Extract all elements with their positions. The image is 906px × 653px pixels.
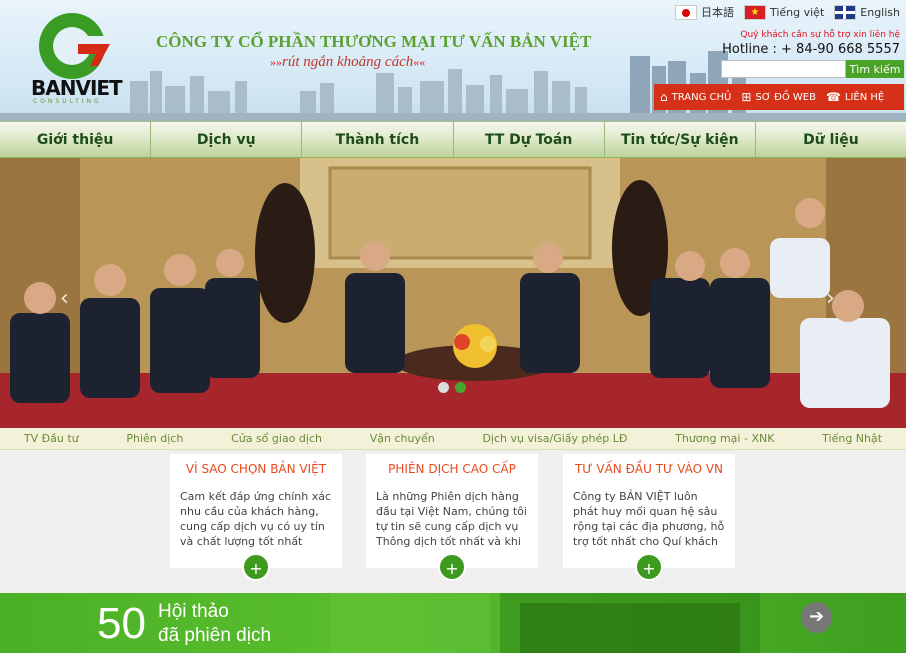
flag-vietnam-icon: ★: [743, 4, 766, 20]
hero-slider: ‹ ›: [0, 158, 906, 428]
home-icon: ⌂: [660, 90, 668, 104]
search-input[interactable]: [721, 60, 846, 78]
stats-banner: 50 Hội thảo đã phiên dịch ➔: [0, 593, 906, 653]
nav-item-services[interactable]: Dịch vụ: [151, 122, 303, 157]
card-title[interactable]: PHIÊN DỊCH CAO CẤP: [376, 462, 528, 476]
more-plus-icon[interactable]: +: [635, 553, 663, 581]
lang-vietnamese[interactable]: ★ Tiếng việt: [743, 4, 825, 20]
nav-item-achievements[interactable]: Thành tích: [302, 122, 454, 157]
feature-card-interpreting: PHIÊN DỊCH CAO CẤP Là những Phiên dịch h…: [366, 454, 538, 581]
service-link-japanese[interactable]: Tiếng Nhật: [822, 432, 882, 445]
top-links: ⌂ TRANG CHỦ ⊞ SƠ ĐỒ WEB ☎ LIÊN HỆ: [654, 84, 904, 110]
card-text: Công ty BẢN VIỆT luôn phát huy mối quan …: [573, 490, 725, 548]
lang-label: Tiếng việt: [769, 5, 825, 19]
stat-number: 50: [97, 599, 146, 648]
header: BANVIET CONSULTING CÔNG TY CỔ PHẦN THƯƠN…: [0, 0, 906, 121]
slider-dot-active[interactable]: [455, 382, 466, 393]
service-link-investment[interactable]: TV Đầu tư: [24, 432, 79, 445]
hotline: Hotline : + 84-90 668 5557: [722, 42, 900, 57]
slogan-arrows-left-icon: »»: [270, 55, 282, 69]
nav-item-estimate[interactable]: TT Dự Toán: [454, 122, 605, 157]
feature-cards: VÌ SAO CHỌN BẢN VIỆT Cam kết đáp ứng chí…: [0, 450, 906, 593]
nav-item-news[interactable]: Tin tức/Sự kiện: [605, 122, 756, 157]
phone-icon: ☎: [825, 90, 841, 104]
support-note: Quý khách cần sự hỗ trợ xin liên hệ: [740, 30, 900, 40]
sitemap-link[interactable]: ⊞ SƠ ĐỒ WEB: [741, 90, 816, 104]
contact-link[interactable]: ☎ LIÊN HỆ: [826, 90, 884, 104]
nav-item-data[interactable]: Dữ liệu: [756, 122, 906, 157]
service-link-transaction-window[interactable]: Cửa sổ giao dịch: [231, 432, 322, 445]
card-text: Cam kết đáp ứng chính xác nhu cầu của kh…: [180, 490, 332, 548]
main-nav: Giới thiệu Dịch vụ Thành tích TT Dự Toán…: [0, 121, 906, 158]
more-plus-icon[interactable]: +: [438, 553, 466, 581]
flag-uk-icon: [834, 4, 857, 20]
service-link-interpreting[interactable]: Phiên dịch: [126, 432, 183, 445]
contact-link-label: LIÊN HỆ: [844, 91, 885, 103]
card-text: Là những Phiên dịch hàng đầu tại Việt Na…: [376, 490, 527, 548]
sitemap-link-label: SƠ ĐỒ WEB: [755, 91, 816, 103]
more-plus-icon[interactable]: +: [242, 553, 270, 581]
search-button[interactable]: Tìm kiếm: [846, 60, 904, 78]
service-link-trade[interactable]: Thương mại - XNK: [675, 432, 774, 445]
card-title[interactable]: TƯ VẤN ĐẦU TƯ VÀO VN: [573, 462, 725, 476]
service-links: TV Đầu tư Phiên dịch Cửa sổ giao dịch Vậ…: [0, 428, 906, 450]
slider-dot[interactable]: [438, 382, 449, 393]
search-bar: Tìm kiếm: [721, 60, 904, 78]
service-link-shipping[interactable]: Vận chuyển: [370, 432, 435, 445]
flag-japan-icon: [674, 4, 697, 20]
slogan-text: rút ngắn khoảng cách: [282, 54, 414, 70]
slider-next-arrow-icon[interactable]: ›: [826, 286, 846, 312]
slider-prev-arrow-icon[interactable]: ‹: [60, 286, 80, 312]
card-title[interactable]: VÌ SAO CHỌN BẢN VIỆT: [180, 462, 332, 476]
feature-card-why-banviet: VÌ SAO CHỌN BẢN VIỆT Cam kết đáp ứng chí…: [170, 454, 342, 581]
company-name: CÔNG TY CỔ PHẦN THƯƠNG MẠI TƯ VẤN BẢN VI…: [156, 32, 592, 51]
slogan-arrows-right-icon: ««: [413, 55, 426, 69]
stat-label-line1: Hội thảo: [158, 601, 229, 622]
lang-japanese[interactable]: 日本語: [674, 4, 734, 20]
stat-label-line2: đã phiên dịch: [158, 625, 272, 646]
slider-dots: [438, 382, 466, 393]
home-link-label: TRANG CHỦ: [671, 91, 732, 103]
slogan: »»rút ngắn khoảng cách««: [270, 54, 425, 71]
arrow-right-icon[interactable]: ➔: [801, 602, 832, 633]
nav-item-about[interactable]: Giới thiệu: [0, 122, 152, 157]
language-switcher: 日本語 ★ Tiếng việt English: [674, 4, 900, 20]
home-link[interactable]: ⌂ TRANG CHỦ: [660, 90, 731, 104]
sitemap-icon: ⊞: [741, 90, 752, 104]
logo-subtext: CONSULTING: [33, 98, 102, 105]
lang-label: 日本語: [700, 6, 734, 19]
lang-label: English: [860, 5, 900, 19]
lang-english[interactable]: English: [834, 4, 900, 20]
service-link-visa[interactable]: Dịch vụ visa/Giấy phép LĐ: [482, 432, 627, 445]
feature-card-investment: TƯ VẤN ĐẦU TƯ VÀO VN Công ty BẢN VIỆT lu…: [563, 454, 735, 581]
logo-text: BANVIET: [31, 76, 123, 100]
